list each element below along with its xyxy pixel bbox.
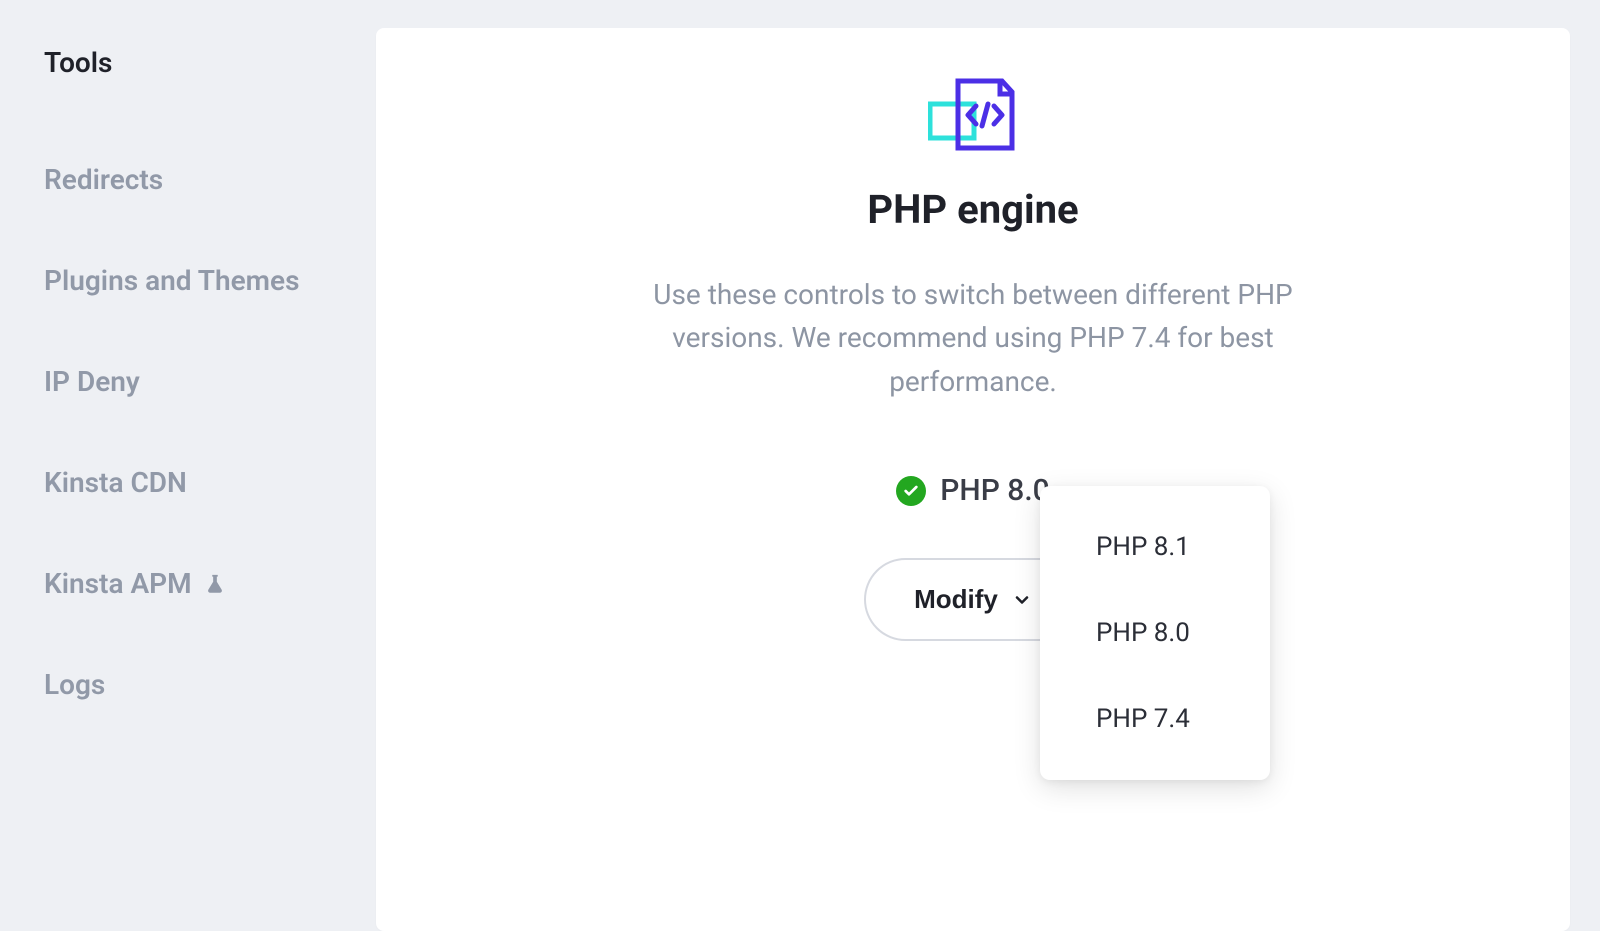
sidebar-item-kinsta-cdn[interactable]: Kinsta CDN bbox=[44, 432, 332, 533]
php-version-dropdown: PHP 8.1 PHP 8.0 PHP 7.4 bbox=[1040, 486, 1270, 780]
sidebar-item-label: Kinsta CDN bbox=[44, 466, 187, 499]
sidebar-item-label: Tools bbox=[44, 46, 112, 79]
sidebar-item-ip-deny[interactable]: IP Deny bbox=[44, 331, 332, 432]
card-description: Use these controls to switch between dif… bbox=[603, 273, 1343, 403]
dropdown-option-php-7-4[interactable]: PHP 7.4 bbox=[1040, 676, 1270, 762]
sidebar: Tools Redirects Plugins and Themes IP De… bbox=[0, 0, 376, 931]
sidebar-item-plugins-themes[interactable]: Plugins and Themes bbox=[44, 230, 332, 331]
sidebar-item-label: IP Deny bbox=[44, 365, 140, 398]
dropdown-option-php-8-1[interactable]: PHP 8.1 bbox=[1040, 504, 1270, 590]
dropdown-option-label: PHP 8.1 bbox=[1096, 532, 1190, 562]
card-title: PHP engine bbox=[867, 186, 1078, 233]
current-version-label: PHP 8.0 bbox=[940, 473, 1049, 508]
sidebar-item-label: Kinsta APM bbox=[44, 567, 192, 600]
sidebar-item-kinsta-apm[interactable]: Kinsta APM bbox=[44, 533, 332, 634]
sidebar-item-logs[interactable]: Logs bbox=[44, 634, 332, 735]
sidebar-item-label: Redirects bbox=[44, 163, 163, 196]
dropdown-option-label: PHP 8.0 bbox=[1096, 618, 1190, 648]
php-engine-card: PHP engine Use these controls to switch … bbox=[376, 28, 1570, 931]
main-content: PHP engine Use these controls to switch … bbox=[376, 0, 1600, 931]
dropdown-option-label: PHP 7.4 bbox=[1096, 704, 1190, 734]
dropdown-option-php-8-0[interactable]: PHP 8.0 bbox=[1040, 590, 1270, 676]
sidebar-item-redirects[interactable]: Redirects bbox=[44, 129, 332, 230]
check-circle-icon bbox=[896, 476, 926, 506]
current-version-row: PHP 8.0 bbox=[896, 473, 1049, 508]
sidebar-item-label: Logs bbox=[44, 668, 105, 701]
php-engine-icon bbox=[928, 76, 1018, 156]
flask-icon bbox=[204, 572, 226, 596]
sidebar-item-tools[interactable]: Tools bbox=[44, 40, 332, 129]
modify-button-label: Modify bbox=[914, 584, 998, 615]
sidebar-item-label: Plugins and Themes bbox=[44, 264, 299, 297]
chevron-down-icon bbox=[1012, 590, 1032, 610]
